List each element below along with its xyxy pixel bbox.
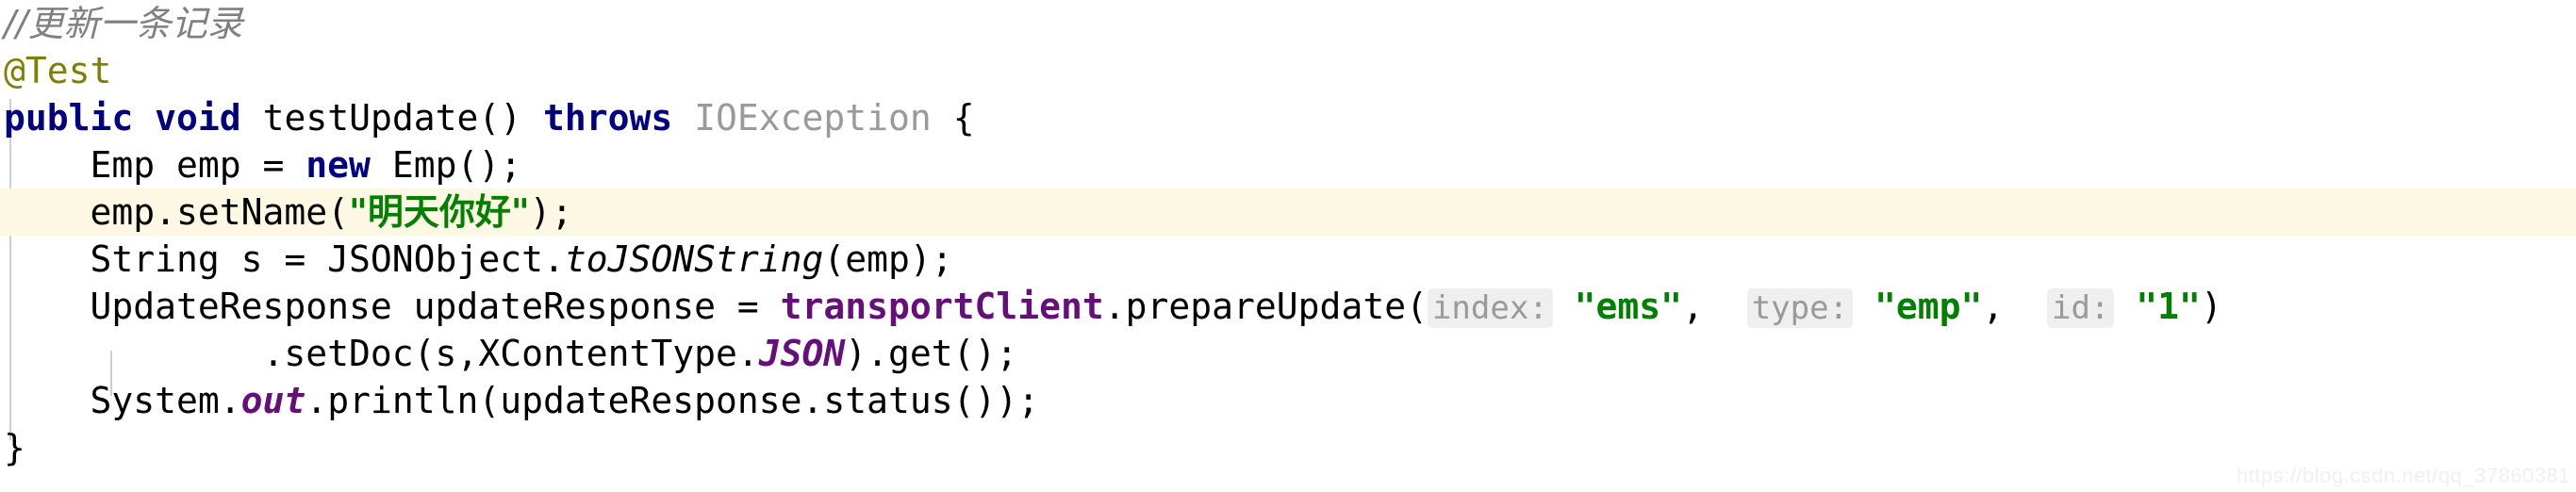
code-editor[interactable]: //更新一条记录 @Test public void testUpdate() th…: [0, 0, 2576, 492]
watermark-url: https://blog.csdn.net/qq_37860381: [2236, 464, 2570, 487]
code-token: }: [4, 427, 25, 468]
code-line[interactable]: String s = JSONObject.toJSONString(emp);: [0, 236, 2576, 283]
code-token: UpdateResponse updateResponse =: [4, 286, 781, 327]
code-token: .println(updateResponse.status());: [305, 380, 1040, 421]
annotation-token: @Test: [4, 50, 112, 91]
code-line[interactable]: @Test: [0, 47, 2576, 94]
code-token: ).get();: [845, 333, 1018, 374]
static-variable-token: transportClient: [780, 286, 1104, 327]
static-field-token: out: [240, 380, 306, 421]
code-token: ,: [1682, 286, 1747, 327]
code-token: Emp();: [370, 144, 522, 186]
code-line[interactable]: .setDoc(s,XContentType.JSON).get();: [0, 330, 2576, 377]
code-token: .setDoc(s,XContentType.: [4, 333, 759, 374]
string-literal-token: "emp": [1874, 286, 1983, 327]
parameter-hint[interactable]: id:: [2046, 288, 2115, 328]
static-field-token: JSON: [758, 333, 846, 374]
code-token: (emp);: [823, 238, 953, 280]
code-token: {: [931, 97, 975, 139]
code-line[interactable]: System.out.println(updateResponse.status…: [0, 377, 2576, 424]
keyword-token: void: [155, 97, 241, 139]
code-line[interactable]: emp.setName("明天你好");: [0, 189, 2576, 236]
keyword-token: public: [4, 97, 134, 139]
parameter-hint[interactable]: type:: [1746, 288, 1854, 328]
code-token: testUpdate(): [240, 97, 543, 139]
parameter-hint[interactable]: index:: [1427, 288, 1553, 328]
keyword-token: throws: [542, 97, 673, 139]
code-token: Emp emp =: [4, 144, 306, 186]
code-line[interactable]: Emp emp = new Emp();: [0, 141, 2576, 189]
code-token: System.: [4, 380, 241, 421]
code-line-container[interactable]: //更新一条记录 @Test public void testUpdate() th…: [0, 0, 2576, 471]
string-literal-token: "ems": [1574, 286, 1683, 327]
comment-token: //更新一条记录: [4, 3, 243, 44]
code-token: emp.setName(: [4, 191, 350, 233]
string-literal-token: "明天你好": [349, 191, 530, 233]
static-method-token: toJSONString: [564, 238, 824, 280]
class-name-token: IOException: [694, 97, 932, 139]
string-literal-token: "1": [2136, 286, 2201, 327]
code-token: ): [2200, 286, 2222, 327]
keyword-token: new: [305, 144, 371, 186]
code-line[interactable]: }: [0, 424, 2576, 471]
code-token: .prepareUpdate(: [1103, 286, 1428, 327]
code-line[interactable]: public void testUpdate() throws IOExcept…: [0, 94, 2576, 141]
code-token: ,: [1982, 286, 2047, 327]
code-token: );: [529, 191, 573, 233]
code-line[interactable]: //更新一条记录: [0, 0, 2576, 47]
code-token: String s = JSONObject.: [4, 238, 565, 280]
code-line[interactable]: UpdateResponse updateResponse = transpor…: [0, 283, 2576, 330]
